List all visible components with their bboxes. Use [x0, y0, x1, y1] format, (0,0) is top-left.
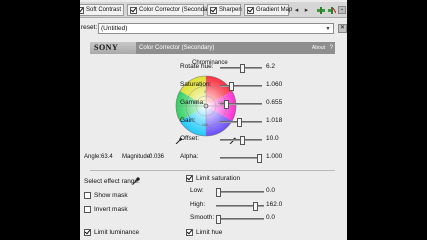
fx-tab-color-corrector-secondary[interactable]: Color Corrector (Secondary) — [127, 4, 214, 16]
slider-label: Gamma: — [180, 99, 205, 106]
saturation-smooth-slider: Smooth: 0.0 — [190, 213, 345, 224]
checkbox-label: Limit luminance — [94, 229, 140, 236]
slider-label: Saturation: — [180, 81, 212, 88]
slider-value[interactable]: 1.000 — [266, 153, 282, 160]
gamma-slider: Gamma: 0.655 — [180, 98, 347, 109]
slider-track[interactable] — [220, 118, 262, 127]
checkbox-label: Invert mask — [94, 206, 128, 213]
fx-tab-label: Color Corrector (Secondary) — [139, 7, 215, 13]
slider-label: Gain: — [180, 117, 196, 124]
slider-track[interactable] — [220, 64, 262, 73]
slider-thumb[interactable] — [229, 82, 234, 91]
magnitude-label: Magnitude: — [122, 154, 152, 160]
slider-label: Alpha: — [180, 153, 199, 160]
slider-thumb[interactable] — [216, 188, 221, 197]
show-mask-checkbox[interactable]: Show mask — [84, 192, 128, 199]
limit-hue-checkbox[interactable]: Limit hue — [186, 229, 222, 236]
fx-tab-label: Gradient Map — [256, 7, 293, 13]
alpha-slider: Alpha: 1.000 — [180, 152, 347, 163]
preset-row: reset: (Untitled) ▼ ✕ — [80, 22, 347, 35]
slider-thumb[interactable] — [224, 100, 229, 109]
plugin-title: Color Corrector (Secondary) — [136, 42, 335, 54]
slider-thumb[interactable] — [257, 154, 262, 163]
saturation-high-slider: High: 162.0 — [190, 200, 345, 211]
wheel-mark-label: 0 — [204, 90, 206, 94]
slider-value[interactable]: 0.0 — [266, 214, 275, 221]
slider-value[interactable]: 6.2 — [266, 63, 275, 70]
about-link[interactable]: About — [312, 42, 325, 54]
limit-luminance-checkbox[interactable]: Limit luminance — [84, 229, 139, 236]
slider-value[interactable]: 0.655 — [266, 99, 282, 106]
angle-label: Angle: — [84, 154, 102, 160]
slider-value[interactable]: 0.0 — [266, 187, 275, 194]
fx-enable-checkbox[interactable] — [130, 6, 137, 14]
plugin-window: Soft Contrast Color Corrector (Secondary… — [80, 0, 347, 240]
fx-tab-soft-contrast[interactable]: Soft Contrast — [80, 4, 124, 16]
plugin-title-text: Color Corrector (Secondary) — [139, 45, 215, 51]
brand-logo: SONY — [94, 43, 119, 52]
checkbox-box[interactable] — [186, 175, 193, 182]
chevron-left-icon[interactable]: ◂ — [292, 6, 301, 15]
gain-slider: Gain: 1.018 — [180, 116, 347, 127]
saturation-slider: Saturation: 1.060 — [180, 80, 347, 91]
offset-slider: Offset: 10.0 — [180, 134, 347, 145]
fx-tab-label: Sharpen — [219, 7, 242, 13]
slider-label: Rotate hue: — [180, 63, 214, 70]
plugin-header: SONY Color Corrector (Secondary) About ? — [90, 42, 335, 54]
slider-track[interactable] — [220, 100, 262, 109]
slider-thumb[interactable] — [240, 136, 245, 145]
slider-track[interactable] — [220, 82, 262, 91]
slider-label: High: — [190, 201, 206, 208]
fx-tab-gradient-map[interactable]: Gradient Map — [244, 4, 293, 16]
slider-track[interactable] — [216, 188, 264, 197]
fx-enable-checkbox[interactable] — [210, 6, 217, 14]
slider-track[interactable] — [220, 136, 262, 145]
saturation-low-slider: Low: 0.0 — [190, 186, 345, 197]
checkbox-label: Limit saturation — [196, 175, 241, 182]
chevron-down-icon[interactable]: ▼ — [324, 26, 332, 33]
preset-dropdown[interactable]: (Untitled) ▼ — [98, 23, 334, 34]
checkbox-box[interactable] — [84, 192, 91, 199]
checkbox-box[interactable] — [84, 206, 91, 213]
fx-chain-bar: Soft Contrast Color Corrector (Secondary… — [80, 2, 347, 18]
slider-track[interactable] — [220, 154, 262, 163]
section-divider — [90, 170, 335, 171]
fx-enable-checkbox[interactable] — [247, 6, 254, 14]
magnitude-value: 0.036 — [149, 154, 165, 160]
remove-plugin-icon[interactable] — [328, 7, 336, 14]
checkbox-label: Show mask — [94, 192, 128, 199]
slider-thumb[interactable] — [216, 215, 221, 224]
slider-thumb[interactable] — [240, 64, 245, 73]
slider-value[interactable]: 10.0 — [266, 135, 279, 142]
eyedropper-icon[interactable] — [132, 177, 140, 185]
invert-mask-checkbox[interactable]: Invert mask — [84, 206, 128, 213]
close-icon[interactable]: ✕ — [338, 24, 347, 33]
preset-label: reset: — [81, 24, 98, 31]
slider-label: Low: — [190, 187, 204, 194]
checkbox-label: Limit hue — [196, 229, 223, 236]
fx-enable-checkbox[interactable] — [80, 6, 84, 14]
slider-track[interactable] — [216, 215, 264, 224]
slider-label: Offset: — [180, 135, 200, 142]
add-plugin-icon[interactable] — [317, 7, 325, 14]
slider-thumb[interactable] — [253, 202, 258, 211]
slider-value[interactable]: 162.0 — [266, 201, 282, 208]
fx-tab-label: Soft Contrast — [86, 7, 122, 13]
fx-tab-sharpen[interactable]: Sharpen — [207, 4, 242, 16]
angle-value: 63.4 — [101, 154, 113, 160]
checkbox-box[interactable] — [186, 229, 193, 236]
slider-value[interactable]: 1.060 — [266, 81, 282, 88]
checkbox-box[interactable] — [84, 229, 91, 236]
chain-menu-button[interactable]: ▪ — [338, 6, 346, 14]
chevron-right-icon[interactable]: ▸ — [302, 6, 311, 15]
help-button[interactable]: ? — [330, 42, 333, 54]
rotate-hue-slider: Rotate hue: 6.2 — [180, 62, 347, 73]
slider-label: Smooth: — [190, 214, 215, 221]
preset-value: (Untitled) — [101, 25, 128, 32]
slider-track[interactable] — [216, 202, 264, 211]
slider-thumb[interactable] — [237, 118, 242, 127]
limit-saturation-checkbox[interactable]: Limit saturation — [186, 175, 240, 182]
slider-value[interactable]: 1.018 — [266, 117, 282, 124]
